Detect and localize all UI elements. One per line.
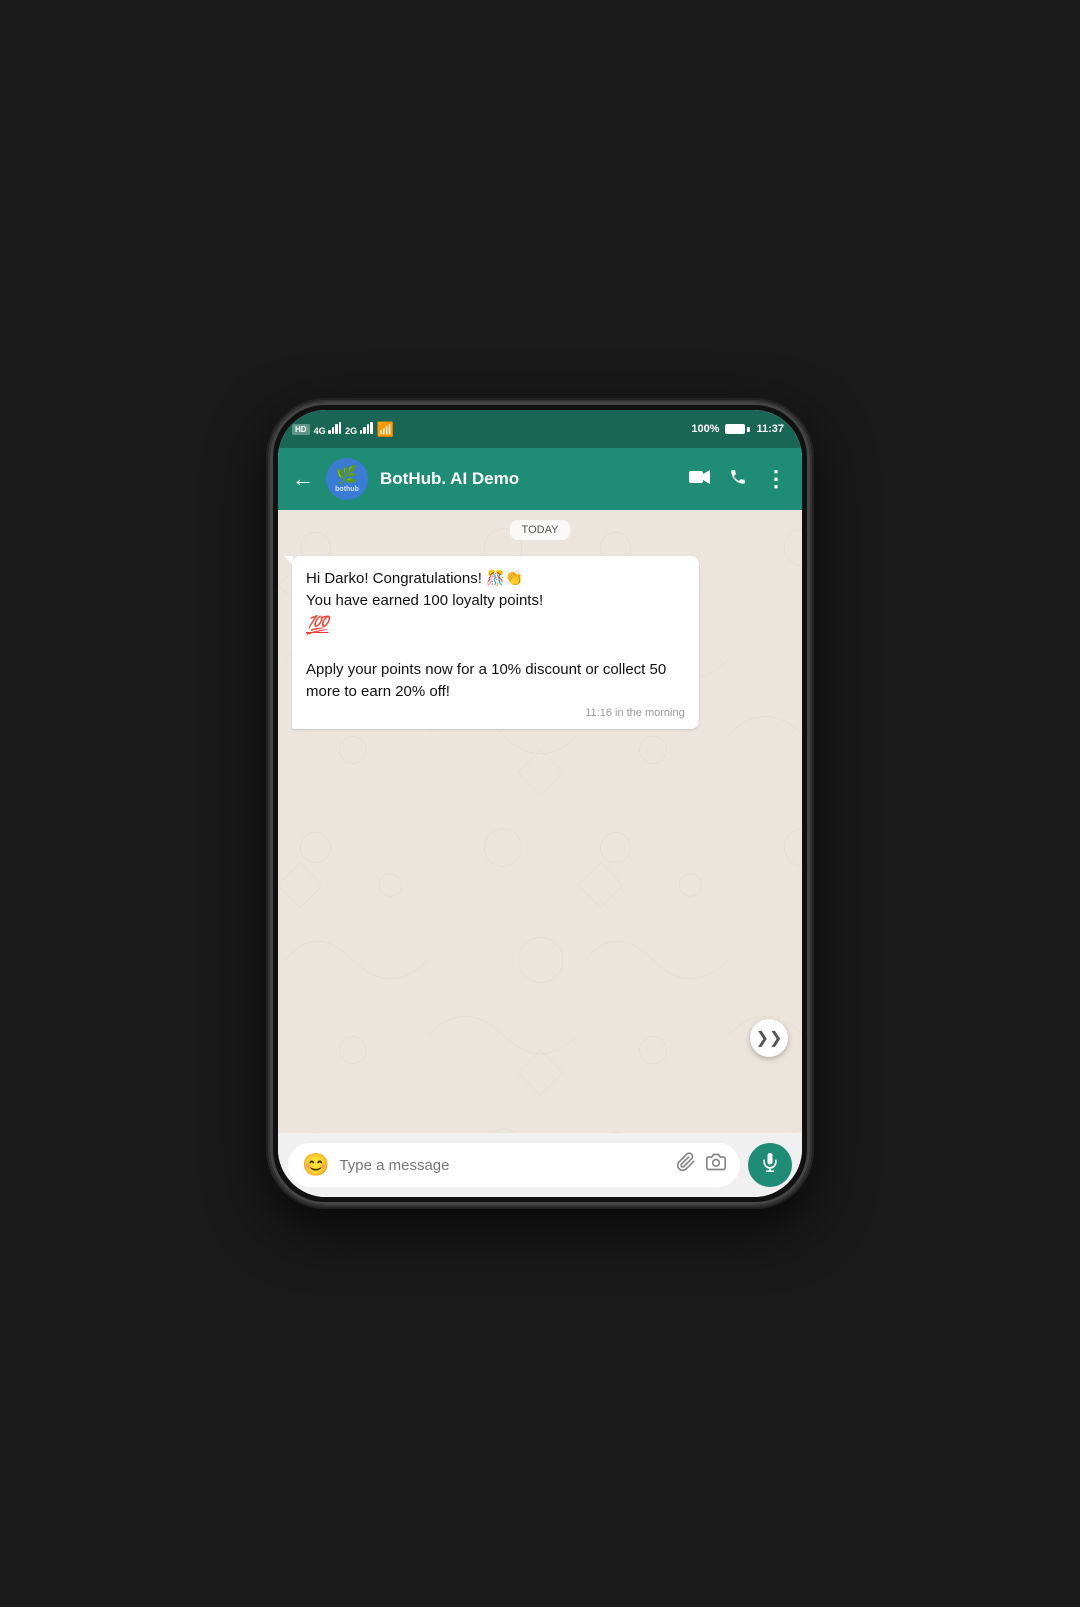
message-input[interactable] [339, 1157, 666, 1174]
message-line1: Hi Darko! Congratulations! 🎊👏 [306, 570, 523, 587]
avatar: 🌿 bothub [326, 458, 368, 500]
phone-screen: HD 4G 2G [278, 410, 802, 1197]
date-badge-wrapper: TODAY [278, 510, 802, 548]
signal-bars-1 [328, 422, 341, 434]
chevron-down-icon: ❯❯ [756, 1028, 783, 1048]
emoji-picker-button[interactable]: 😊 [302, 1152, 329, 1178]
wifi-icon: 📶 [377, 421, 394, 438]
scroll-down-button[interactable]: ❯❯ [750, 1019, 788, 1057]
status-right: 100% 11:37 [691, 423, 784, 435]
message-emoji-100: 💯 [306, 615, 328, 635]
input-bar: 😊 [278, 1133, 802, 1197]
video-call-icon[interactable] [689, 469, 711, 490]
network1-indicator: 4G [314, 422, 342, 436]
messages-area: Hi Darko! Congratulations! 🎊👏 You have e… [278, 548, 802, 743]
message-bubble: Hi Darko! Congratulations! 🎊👏 You have e… [292, 556, 699, 729]
signal-bars-2 [360, 422, 373, 434]
header-icons: ⋮ [689, 466, 788, 492]
attach-button[interactable] [676, 1152, 696, 1178]
message-line2: You have earned 100 loyalty points! [306, 592, 543, 609]
network2-indicator: 2G [345, 422, 373, 436]
header-info: BotHub. AI Demo [380, 469, 677, 489]
more-options-icon[interactable]: ⋮ [765, 466, 788, 492]
phone-frame: HD 4G 2G [270, 402, 810, 1205]
phone-call-icon[interactable] [729, 468, 747, 491]
input-wrapper: 😊 [288, 1143, 740, 1187]
mic-button[interactable] [748, 1143, 792, 1187]
microphone-icon [760, 1152, 780, 1178]
chat-area: TODAY Hi Darko! Congratulations! 🎊👏 You … [278, 510, 802, 1133]
status-bar: HD 4G 2G [278, 410, 802, 448]
chat-header: ← 🌿 bothub BotHub. AI Demo [278, 448, 802, 510]
hd-badge: HD [292, 424, 310, 435]
date-badge: TODAY [510, 520, 571, 540]
message-line3: Apply your points now for a 10% discount… [306, 661, 666, 700]
message-time: 11:16 in the morning [585, 707, 684, 719]
avatar-logo: 🌿 [336, 465, 358, 486]
message-footer: 11:16 in the morning [306, 707, 685, 719]
clock: 11:37 [756, 423, 784, 435]
camera-button[interactable] [706, 1152, 726, 1178]
battery-percentage: 100% [691, 423, 719, 435]
message-text: Hi Darko! Congratulations! 🎊👏 You have e… [306, 568, 685, 703]
contact-name: BotHub. AI Demo [380, 469, 677, 489]
avatar-text: bothub [335, 486, 359, 493]
battery-icon [725, 424, 750, 434]
status-left: HD 4G 2G [292, 421, 394, 438]
back-button[interactable]: ← [292, 466, 314, 492]
